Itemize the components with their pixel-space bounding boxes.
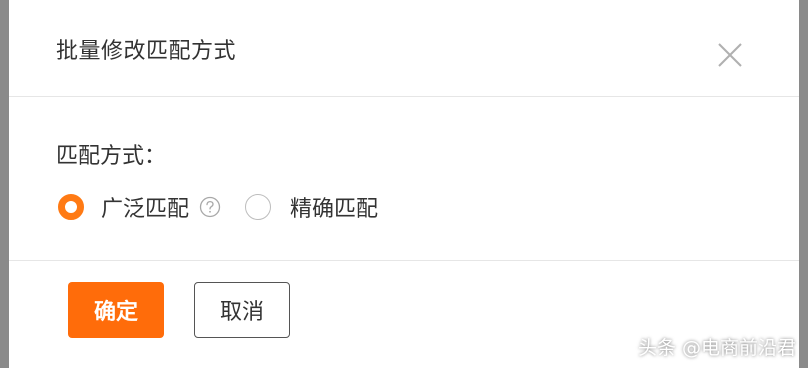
match-type-radio-group: 广泛匹配 精确匹配 (58, 192, 378, 222)
radio-option-exact-match[interactable]: 精确匹配 (245, 191, 378, 223)
radio-label-broad-match: 广泛匹配 (101, 197, 190, 222)
match-type-label: 匹配方式： (56, 144, 167, 169)
watermark-text: 头条 @电商前沿君 (637, 337, 796, 359)
dialog-header: 批量修改匹配方式 (9, 0, 799, 97)
radio-option-broad-match[interactable]: 广泛匹配 (58, 191, 221, 223)
cancel-button[interactable]: 取消 (194, 282, 290, 338)
radio-label-exact-match: 精确匹配 (290, 197, 379, 222)
dialog-title: 批量修改匹配方式 (56, 39, 237, 64)
close-button[interactable] (715, 40, 745, 70)
radio-button-unchecked[interactable] (245, 194, 272, 220)
confirm-button[interactable]: 确定 (68, 282, 164, 338)
batch-edit-dialog: 批量修改匹配方式 匹配方式： 广泛匹配 精确匹配 确定 取消 (9, 0, 799, 368)
question-circle-icon[interactable] (199, 196, 221, 218)
dialog-body: 匹配方式： 广泛匹配 精确匹配 (9, 97, 799, 261)
radio-button-checked[interactable] (58, 194, 84, 220)
close-icon (718, 43, 742, 67)
